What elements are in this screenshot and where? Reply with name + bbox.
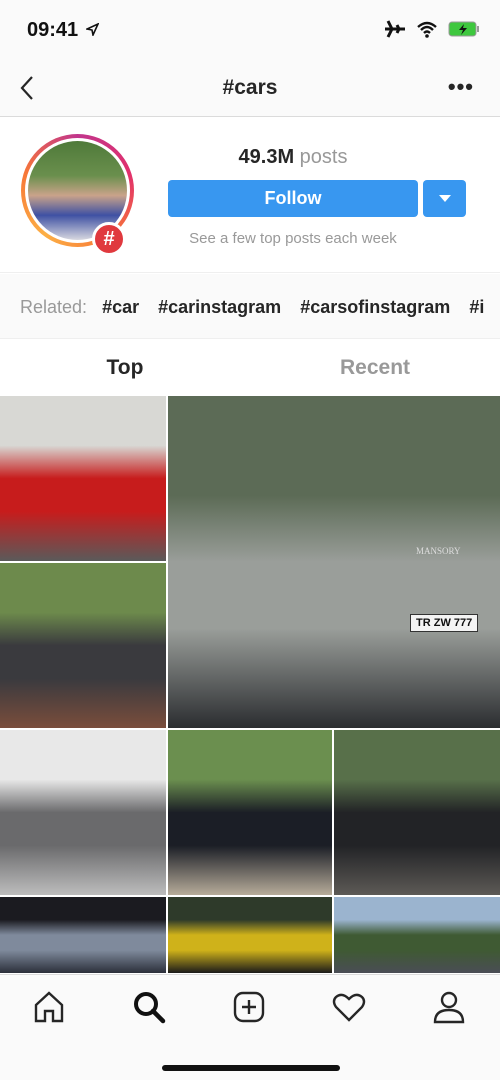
more-options-icon[interactable]: ••• xyxy=(448,74,474,100)
heart-icon[interactable] xyxy=(331,989,367,1025)
tab-top[interactable]: Top xyxy=(0,340,250,396)
home-indicator xyxy=(162,1065,340,1071)
tab-bar: Top Recent xyxy=(0,340,500,396)
hashtag-header: # 49.3M posts Follow See a few top posts… xyxy=(0,118,500,273)
post-thumbnail[interactable] xyxy=(0,396,166,561)
mansory-badge: MANSORY xyxy=(416,546,461,556)
location-icon xyxy=(86,23,99,36)
status-bar: 09:41 xyxy=(0,0,500,60)
wifi-icon xyxy=(417,21,437,38)
new-post-icon[interactable] xyxy=(231,989,267,1025)
post-thumbnail[interactable] xyxy=(168,730,332,895)
battery-icon xyxy=(448,21,479,37)
profile-icon[interactable] xyxy=(431,989,467,1025)
home-icon[interactable] xyxy=(31,989,67,1025)
license-plate: TR ZW 777 xyxy=(410,614,479,632)
related-label: Related: xyxy=(20,297,88,317)
post-thumbnail[interactable] xyxy=(0,897,166,973)
post-grid: TR ZW 777 MANSORY xyxy=(0,396,500,973)
search-icon[interactable] xyxy=(131,989,167,1025)
post-thumbnail[interactable]: TR ZW 777 MANSORY xyxy=(168,396,500,728)
follow-button[interactable]: Follow xyxy=(168,180,418,217)
bottom-tab-bar xyxy=(0,974,500,1080)
hashtag-badge-icon: # xyxy=(92,222,126,256)
post-thumbnail[interactable] xyxy=(334,897,500,973)
related-tag[interactable]: #i xyxy=(469,297,484,317)
post-thumbnail[interactable] xyxy=(0,730,166,895)
page-title: #cars xyxy=(222,76,278,99)
post-thumbnail[interactable] xyxy=(0,563,166,728)
post-thumbnail[interactable] xyxy=(334,730,500,895)
related-tag[interactable]: #car xyxy=(102,297,139,317)
post-count: 49.3M posts xyxy=(238,146,348,168)
nav-bar: #cars ••• xyxy=(0,60,500,117)
follow-subtitle: See a few top posts each week xyxy=(189,230,397,247)
post-thumbnail[interactable] xyxy=(168,897,332,973)
follow-dropdown-button[interactable] xyxy=(423,180,466,217)
related-tag[interactable]: #carinstagram xyxy=(158,297,281,317)
related-tag[interactable]: #carsofinstagram xyxy=(300,297,450,317)
airplane-icon xyxy=(385,20,405,38)
tab-recent[interactable]: Recent xyxy=(250,340,500,396)
clock: 09:41 xyxy=(27,19,79,41)
related-hashtags: Related: #car #carinstagram #carsofinsta… xyxy=(0,274,500,339)
